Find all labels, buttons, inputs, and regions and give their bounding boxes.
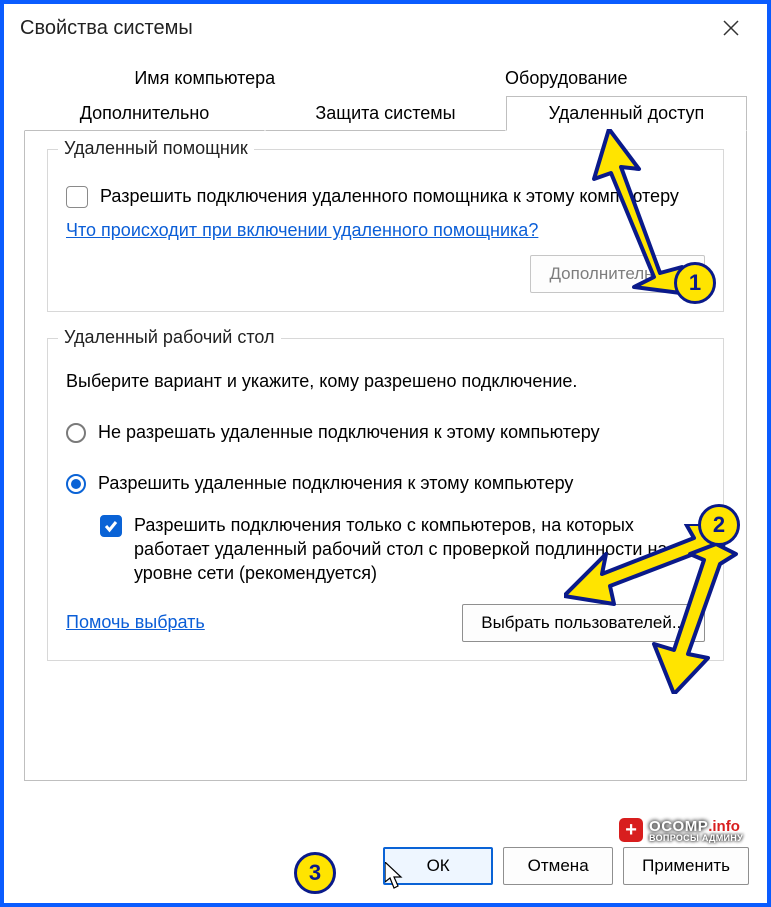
link-help-choose[interactable]: Помочь выбрать (66, 612, 205, 633)
tab-control: Имя компьютера Оборудование Дополнительн… (4, 52, 767, 781)
help-link-row-assist: Что происходит при включении удаленного … (66, 220, 705, 241)
close-button[interactable] (711, 8, 751, 48)
titlebar: Свойства системы (4, 4, 767, 52)
checkbox-row-nla: Разрешить подключения только с компьютер… (100, 513, 705, 586)
radio-row-deny: Не разрешать удаленные подключения к это… (66, 420, 705, 444)
window-title: Свойства системы (20, 17, 711, 40)
group-remote-desktop: Удаленный рабочий стол Выберите вариант … (47, 338, 724, 660)
tab-page-remote: Удаленный помощник Разрешить подключения… (24, 131, 747, 781)
checkbox-nla[interactable] (100, 515, 122, 537)
tab-computer-name[interactable]: Имя компьютера (24, 62, 386, 96)
radio-allow[interactable] (66, 474, 86, 494)
group-legend-assist: Удаленный помощник (58, 138, 254, 159)
annotation-badge-3: 3 (294, 852, 336, 894)
annotation-badge-1: 1 (674, 262, 716, 304)
cursor-icon (385, 862, 405, 890)
radio-row-allow: Разрешить удаленные подключения к этому … (66, 471, 705, 495)
annotation-badge-2: 2 (698, 504, 740, 546)
watermark-sub: ВОПРОСЫ АДМИНУ (649, 834, 743, 843)
dialog-button-row: ОК Отмена Применить (383, 847, 749, 885)
link-what-happens[interactable]: Что происходит при включении удаленного … (66, 220, 538, 240)
radio-deny[interactable] (66, 423, 86, 443)
tab-hardware[interactable]: Оборудование (386, 62, 748, 96)
tab-advanced[interactable]: Дополнительно (24, 96, 265, 131)
group-legend-desktop: Удаленный рабочий стол (58, 327, 281, 348)
radio-allow-label[interactable]: Разрешить удаленные подключения к этому … (98, 471, 573, 495)
desktop-description: Выберите вариант и укажите, кому разреше… (66, 371, 705, 392)
apply-button[interactable]: Применить (623, 847, 749, 885)
desktop-footer: Помочь выбрать Выбрать пользователей... (66, 604, 705, 642)
tab-remote[interactable]: Удаленный доступ (506, 96, 747, 131)
checkbox-nla-label[interactable]: Разрешить подключения только с компьютер… (134, 513, 705, 586)
tab-row-2: Дополнительно Защита системы Удаленный д… (24, 96, 747, 131)
checkbox-row-allow-assist: Разрешить подключения удаленного помощни… (66, 184, 705, 208)
button-select-users[interactable]: Выбрать пользователей... (462, 604, 705, 642)
system-properties-window: Свойства системы Имя компьютера Оборудов… (0, 0, 771, 907)
tab-row-1: Имя компьютера Оборудование (24, 62, 747, 96)
radio-deny-label[interactable]: Не разрешать удаленные подключения к это… (98, 420, 600, 444)
cancel-button[interactable]: Отмена (503, 847, 613, 885)
close-icon (722, 19, 740, 37)
watermark-ocomp: + OCOMP.info ВОПРОСЫ АДМИНУ (619, 817, 743, 843)
checkbox-allow-assist-label[interactable]: Разрешить подключения удаленного помощни… (100, 184, 679, 208)
group-remote-assistance: Удаленный помощник Разрешить подключения… (47, 149, 724, 312)
checkmark-icon (104, 519, 118, 533)
plus-icon: + (619, 818, 643, 842)
checkbox-allow-assist[interactable] (66, 186, 88, 208)
tab-system-protection[interactable]: Защита системы (265, 96, 506, 131)
